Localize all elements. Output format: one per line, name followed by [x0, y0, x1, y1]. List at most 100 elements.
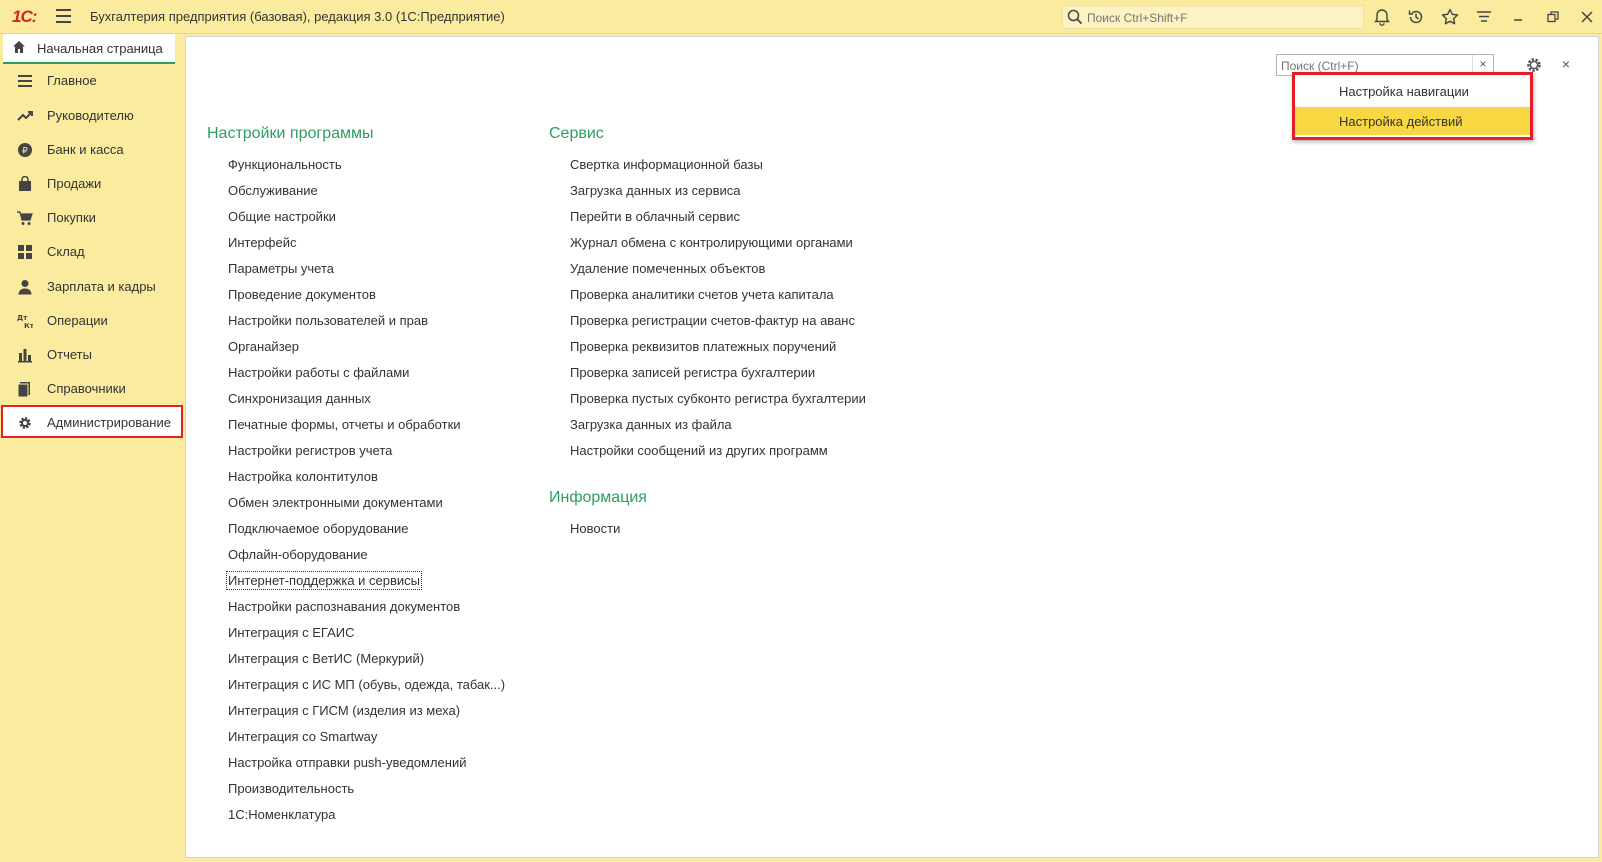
section-title-info: Информация — [549, 489, 647, 506]
settings-link[interactable]: Органайзер — [228, 339, 299, 354]
settings-link[interactable]: Интеграция со Smartway — [228, 729, 377, 744]
coin-icon: ₽ — [17, 142, 33, 158]
sidebar-item-warehouse[interactable]: Склад — [3, 235, 182, 268]
settings-link[interactable]: Общие настройки — [228, 209, 336, 224]
sidebar: Главное Руководителю ₽ Банк и касса Прод… — [0, 64, 185, 862]
warehouse-grid-icon — [17, 244, 33, 260]
settings-link[interactable]: Производительность — [228, 781, 354, 796]
sidebar-item-label: Главное — [47, 73, 97, 88]
app-logo: 1С: — [12, 7, 37, 26]
bar-chart-icon — [17, 347, 33, 363]
sidebar-item-administration[interactable]: Администрирование — [1, 405, 183, 438]
service-link[interactable]: Перейти в облачный сервис — [570, 209, 740, 224]
settings-link[interactable]: Настройки регистров учета — [228, 443, 392, 458]
service-link[interactable]: Проверка аналитики счетов учета капитала — [570, 287, 834, 302]
service-link[interactable]: Загрузка данных из файла — [570, 417, 732, 432]
settings-link[interactable]: Настройки работы с файлами — [228, 365, 409, 380]
minimize-icon[interactable] — [1508, 7, 1528, 27]
main-panel: × × Настройки программы Функциональность… — [185, 36, 1599, 858]
service-link[interactable]: Журнал обмена с контролирующими органами — [570, 235, 853, 250]
cart-icon — [17, 210, 33, 226]
sidebar-item-label: Отчеты — [47, 347, 92, 362]
settings-link[interactable]: Печатные формы, отчеты и обработки — [228, 417, 461, 432]
menu-item-navigation-settings[interactable]: Настройка навигации — [1295, 77, 1530, 105]
sidebar-item-sales[interactable]: Продажи — [3, 167, 182, 200]
settings-link[interactable]: Синхронизация данных — [228, 391, 371, 406]
settings-link[interactable]: Параметры учета — [228, 261, 334, 276]
sidebar-item-salary[interactable]: Зарплата и кадры — [3, 270, 182, 303]
sidebar-item-label: Склад — [47, 244, 85, 259]
sidebar-item-label: Покупки — [47, 210, 96, 225]
gear-icon — [17, 415, 33, 431]
service-link[interactable]: Загрузка данных из сервиса — [570, 183, 741, 198]
settings-link[interactable]: Обмен электронными документами — [228, 495, 443, 510]
service-link[interactable]: Проверка пустых субконто регистра бухгал… — [570, 391, 866, 406]
menu-lines-icon — [17, 73, 33, 89]
section-title-settings: Настройки программы — [207, 125, 374, 142]
settings-link[interactable]: Обслуживание — [228, 183, 318, 198]
close-window-icon[interactable] — [1577, 7, 1597, 27]
trend-chart-icon — [17, 108, 33, 124]
sidebar-item-label: Администрирование — [47, 415, 171, 430]
search-icon — [1067, 9, 1083, 25]
settings-link[interactable]: Интеграция с ВетИС (Меркурий) — [228, 651, 424, 666]
functions-menu-icon[interactable] — [1474, 7, 1494, 27]
history-icon[interactable] — [1406, 7, 1426, 27]
sidebar-item-operations[interactable]: Дт Кт Операции — [3, 304, 182, 337]
settings-link[interactable]: Интеграция с ГИСМ (изделия из меха) — [228, 703, 460, 718]
menu-item-label: Настройка действий — [1339, 114, 1463, 129]
service-link[interactable]: Свертка информационной базы — [570, 157, 763, 172]
settings-link[interactable]: Офлайн-оборудование — [228, 547, 368, 562]
person-icon — [17, 279, 33, 295]
info-link-news[interactable]: Новости — [570, 521, 620, 536]
sidebar-item-label: Руководителю — [47, 108, 134, 123]
sidebar-item-label: Банк и касса — [47, 142, 124, 157]
settings-link[interactable]: Настройки пользователей и прав — [228, 313, 428, 328]
notifications-bell-icon[interactable] — [1372, 7, 1392, 27]
sidebar-item-label: Справочники — [47, 381, 126, 396]
global-search[interactable] — [1062, 5, 1364, 29]
svg-text:₽: ₽ — [22, 147, 28, 157]
menu-item-label: Настройка навигации — [1339, 84, 1469, 99]
restore-window-icon[interactable] — [1543, 7, 1563, 27]
tab-home[interactable]: Начальная страница — [3, 34, 175, 64]
settings-link[interactable]: Подключаемое оборудование — [228, 521, 409, 536]
home-icon — [12, 40, 26, 54]
settings-link[interactable]: Интеграция с ИС МП (обувь, одежда, табак… — [228, 677, 505, 692]
settings-dropdown-menu: Настройка навигации Настройка действий — [1292, 72, 1533, 140]
settings-link[interactable]: Настройки распознавания документов — [228, 599, 460, 614]
settings-link[interactable]: Проведение документов — [228, 287, 376, 302]
sidebar-item-bank[interactable]: ₽ Банк и касса — [3, 133, 182, 166]
sidebar-item-purchases[interactable]: Покупки — [3, 201, 182, 234]
sidebar-item-manager[interactable]: Руководителю — [3, 99, 182, 132]
sidebar-item-references[interactable]: Справочники — [3, 372, 182, 405]
service-link[interactable]: Удаление помеченных объектов — [570, 261, 765, 276]
title-bar: 1С: Бухгалтерия предприятия (базовая), р… — [0, 0, 1602, 34]
settings-link[interactable]: 1С:Номенклатура — [228, 807, 335, 822]
menu-item-actions-settings[interactable]: Настройка действий — [1295, 107, 1530, 135]
service-link[interactable]: Проверка записей регистра бухгалтерии — [570, 365, 815, 380]
shopping-bag-icon — [17, 175, 33, 192]
favorites-star-icon[interactable] — [1440, 7, 1460, 27]
sidebar-item-label: Операции — [47, 313, 108, 328]
settings-link[interactable]: Интеграция с ЕГАИС — [228, 625, 354, 640]
sidebar-item-main[interactable]: Главное — [3, 64, 182, 97]
svg-text:Дт: Дт — [17, 314, 28, 322]
tab-home-label: Начальная страница — [37, 41, 163, 56]
service-link[interactable]: Настройки сообщений из других программ — [570, 443, 828, 458]
settings-link[interactable]: Интерфейс — [228, 235, 296, 250]
dt-kt-icon: Дт Кт — [17, 313, 35, 330]
settings-link-focused[interactable]: Интернет-поддержка и сервисы — [225, 571, 423, 590]
svg-text:Кт: Кт — [24, 322, 33, 329]
section-title-service: Сервис — [549, 125, 604, 142]
settings-link[interactable]: Настройка колонтитулов — [228, 469, 378, 484]
service-link[interactable]: Проверка регистрации счетов-фактур на ав… — [570, 313, 855, 328]
main-menu-icon[interactable] — [56, 9, 71, 23]
settings-link[interactable]: Функциональность — [228, 157, 342, 172]
global-search-input[interactable] — [1085, 8, 1359, 27]
settings-link[interactable]: Настройка отправки push-уведомлений — [228, 755, 466, 770]
sidebar-item-reports[interactable]: Отчеты — [3, 338, 182, 371]
close-panel-button[interactable]: × — [1558, 56, 1574, 72]
service-link[interactable]: Проверка реквизитов платежных поручений — [570, 339, 836, 354]
sidebar-item-label: Продажи — [47, 176, 102, 191]
